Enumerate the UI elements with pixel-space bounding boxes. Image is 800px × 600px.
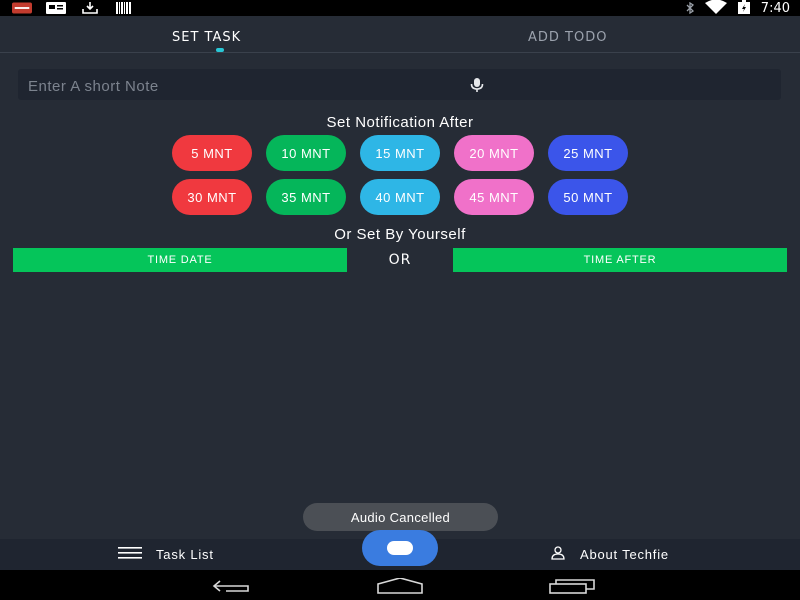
- about-techfie-button[interactable]: About Techfie: [550, 539, 669, 570]
- time-after-button[interactable]: TIME AFTER: [453, 248, 787, 272]
- menu-icon: [118, 547, 142, 562]
- add-fab-button[interactable]: [362, 530, 438, 566]
- message-icon: [46, 2, 66, 14]
- bluetooth-icon: [685, 0, 695, 18]
- gmail-icon: [12, 2, 32, 14]
- task-list-button[interactable]: Task List: [118, 539, 214, 570]
- interval-row-1: 5 MNT 10 MNT 15 MNT 20 MNT 25 MNT: [172, 135, 632, 171]
- interval-45-button[interactable]: 45 MNT: [454, 179, 534, 215]
- clock: 7:40: [760, 0, 790, 16]
- note-field: [18, 69, 781, 100]
- note-input[interactable]: [26, 74, 440, 98]
- status-bar-notifications: [12, 2, 134, 14]
- battery-charging-icon: [737, 0, 751, 18]
- interval-20-button[interactable]: 20 MNT: [454, 135, 534, 171]
- status-bar-system: 7:40: [685, 0, 790, 16]
- notification-heading: Set Notification After: [326, 114, 474, 131]
- person-icon: [550, 546, 566, 563]
- interval-30-button[interactable]: 30 MNT: [172, 179, 252, 215]
- microphone-icon[interactable]: [468, 76, 486, 94]
- active-tab-indicator: [216, 48, 224, 52]
- wifi-icon: [704, 0, 727, 18]
- home-icon[interactable]: [376, 576, 424, 596]
- recent-apps-icon[interactable]: [548, 576, 596, 596]
- interval-50-button[interactable]: 50 MNT: [548, 179, 628, 215]
- tab-add-todo[interactable]: ADD TODO: [528, 30, 607, 45]
- or-label: OR: [388, 252, 412, 268]
- time-date-button[interactable]: TIME DATE: [13, 248, 347, 272]
- interval-40-button[interactable]: 40 MNT: [360, 179, 440, 215]
- custom-heading: Or Set By Yourself: [334, 226, 466, 243]
- tab-bar: SET TASK ADD TODO: [0, 16, 800, 53]
- interval-10-button[interactable]: 10 MNT: [266, 135, 346, 171]
- barcode-icon: [114, 2, 134, 14]
- about-label: About Techfie: [580, 547, 669, 562]
- back-icon[interactable]: [206, 576, 254, 596]
- interval-row-2: 30 MNT 35 MNT 40 MNT 45 MNT 50 MNT: [172, 179, 632, 215]
- status-bar: 7:40: [0, 0, 800, 16]
- toast-message: Audio Cancelled: [303, 503, 498, 531]
- fab-dot-icon: [387, 541, 413, 555]
- system-nav-bar: [0, 570, 800, 600]
- interval-25-button[interactable]: 25 MNT: [548, 135, 628, 171]
- download-icon: [80, 2, 100, 14]
- interval-35-button[interactable]: 35 MNT: [266, 179, 346, 215]
- tab-set-task[interactable]: SET TASK: [172, 30, 241, 45]
- interval-5-button[interactable]: 5 MNT: [172, 135, 252, 171]
- interval-15-button[interactable]: 15 MNT: [360, 135, 440, 171]
- task-list-label: Task List: [156, 547, 214, 562]
